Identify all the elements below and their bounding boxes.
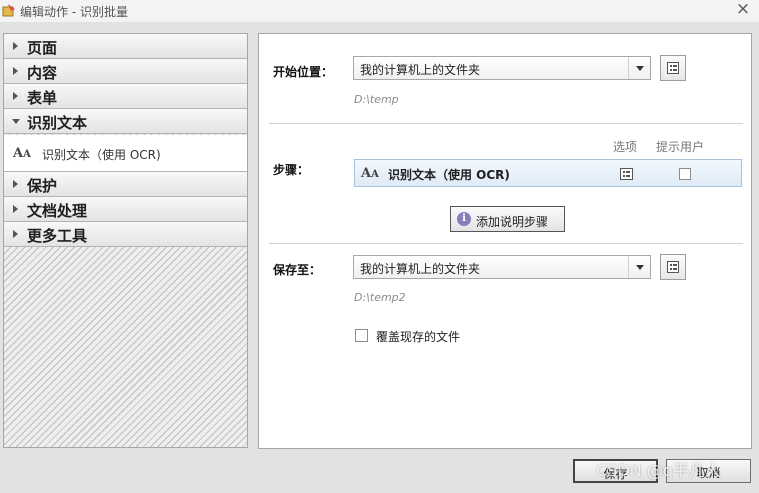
collapse-arrow-icon — [12, 119, 20, 124]
options-list-icon — [667, 62, 679, 74]
watermark-text: CSDN @q平凡人 — [596, 461, 721, 480]
dropdown-value: 我的计算机上的文件夹 — [360, 63, 481, 77]
font-size-icon: AA — [361, 166, 379, 181]
sidebar-item-content[interactable]: 内容 — [4, 59, 247, 84]
add-instruction-step-button[interactable]: i 添加说明步骤 — [450, 206, 565, 232]
step-options-icon[interactable] — [620, 168, 633, 180]
sidebar-item-protect[interactable]: 保护 — [4, 172, 247, 197]
expand-arrow-icon — [13, 205, 18, 213]
options-list-icon — [667, 261, 679, 273]
overwrite-files-label: 覆盖现存的文件 — [376, 330, 461, 344]
action-settings-panel: 开始位置： 我的计算机上的文件夹 D:\temp 选项 提示用户 步骤： AA … — [258, 33, 752, 449]
sidebar-item-label: 识别文本 — [27, 114, 88, 132]
start-location-label: 开始位置： — [273, 65, 334, 79]
app-icon — [2, 4, 15, 17]
sidebar-item-label: 表单 — [27, 89, 58, 107]
sidebar-subitem-label: 识别文本（使用 OCR) — [42, 148, 161, 162]
save-to-path: D:\temp2 — [354, 291, 406, 304]
font-size-icon: AA — [13, 146, 31, 161]
steps-label: 步骤： — [273, 163, 310, 177]
step-label: 识别文本（使用 OCR) — [388, 168, 510, 182]
start-location-path: D:\temp — [354, 93, 399, 106]
title-bar: 编辑动作 - 识别批量 × — [0, 0, 759, 22]
save-to-dropdown[interactable]: 我的计算机上的文件夹 — [353, 255, 651, 279]
sidebar-subitem-ocr[interactable]: AA 识别文本（使用 OCR) — [4, 135, 247, 172]
options-column-header: 选项 — [613, 140, 638, 154]
sidebar-item-document-processing[interactable]: 文档处理 — [4, 197, 247, 222]
expand-arrow-icon — [13, 92, 18, 100]
add-step-label: 添加说明步骤 — [476, 215, 549, 229]
expand-arrow-icon — [13, 230, 18, 238]
save-to-options-button[interactable] — [660, 254, 686, 280]
sidebar-item-label: 保护 — [27, 177, 58, 195]
window-title: 编辑动作 - 识别批量 — [20, 5, 128, 19]
action-category-sidebar: 页面 内容 表单 识别文本 AA 识别文本（使用 OCR) 保护 文档处理 更多… — [3, 33, 248, 448]
save-to-label: 保存至： — [273, 263, 322, 277]
sidebar-item-label: 文档处理 — [27, 202, 88, 220]
sidebar-item-pages[interactable]: 页面 — [4, 34, 247, 59]
chevron-down-icon[interactable] — [628, 57, 650, 79]
chevron-down-icon[interactable] — [628, 256, 650, 278]
expand-arrow-icon — [13, 67, 18, 75]
divider — [269, 243, 743, 244]
prompt-user-column-header: 提示用户 — [656, 140, 705, 154]
close-button[interactable]: × — [731, 0, 755, 20]
start-location-options-button[interactable] — [660, 55, 686, 81]
sidebar-item-label: 更多工具 — [27, 227, 88, 245]
sidebar-item-forms[interactable]: 表单 — [4, 84, 247, 109]
overwrite-files-checkbox[interactable] — [355, 329, 368, 342]
close-icon: × — [735, 0, 751, 19]
step-row-ocr[interactable]: AA 识别文本（使用 OCR) — [354, 159, 742, 187]
expand-arrow-icon — [13, 42, 18, 50]
divider — [269, 123, 743, 124]
start-location-dropdown[interactable]: 我的计算机上的文件夹 — [353, 56, 651, 80]
prompt-user-checkbox[interactable] — [679, 168, 691, 180]
sidebar-item-label: 页面 — [27, 39, 58, 57]
sidebar-item-more-tools[interactable]: 更多工具 — [4, 222, 247, 247]
sidebar-item-recognize-text[interactable]: 识别文本 — [4, 109, 247, 134]
dropdown-value: 我的计算机上的文件夹 — [360, 262, 481, 276]
info-icon: i — [457, 212, 471, 226]
expand-arrow-icon — [13, 180, 18, 188]
sidebar-item-label: 内容 — [27, 64, 58, 82]
